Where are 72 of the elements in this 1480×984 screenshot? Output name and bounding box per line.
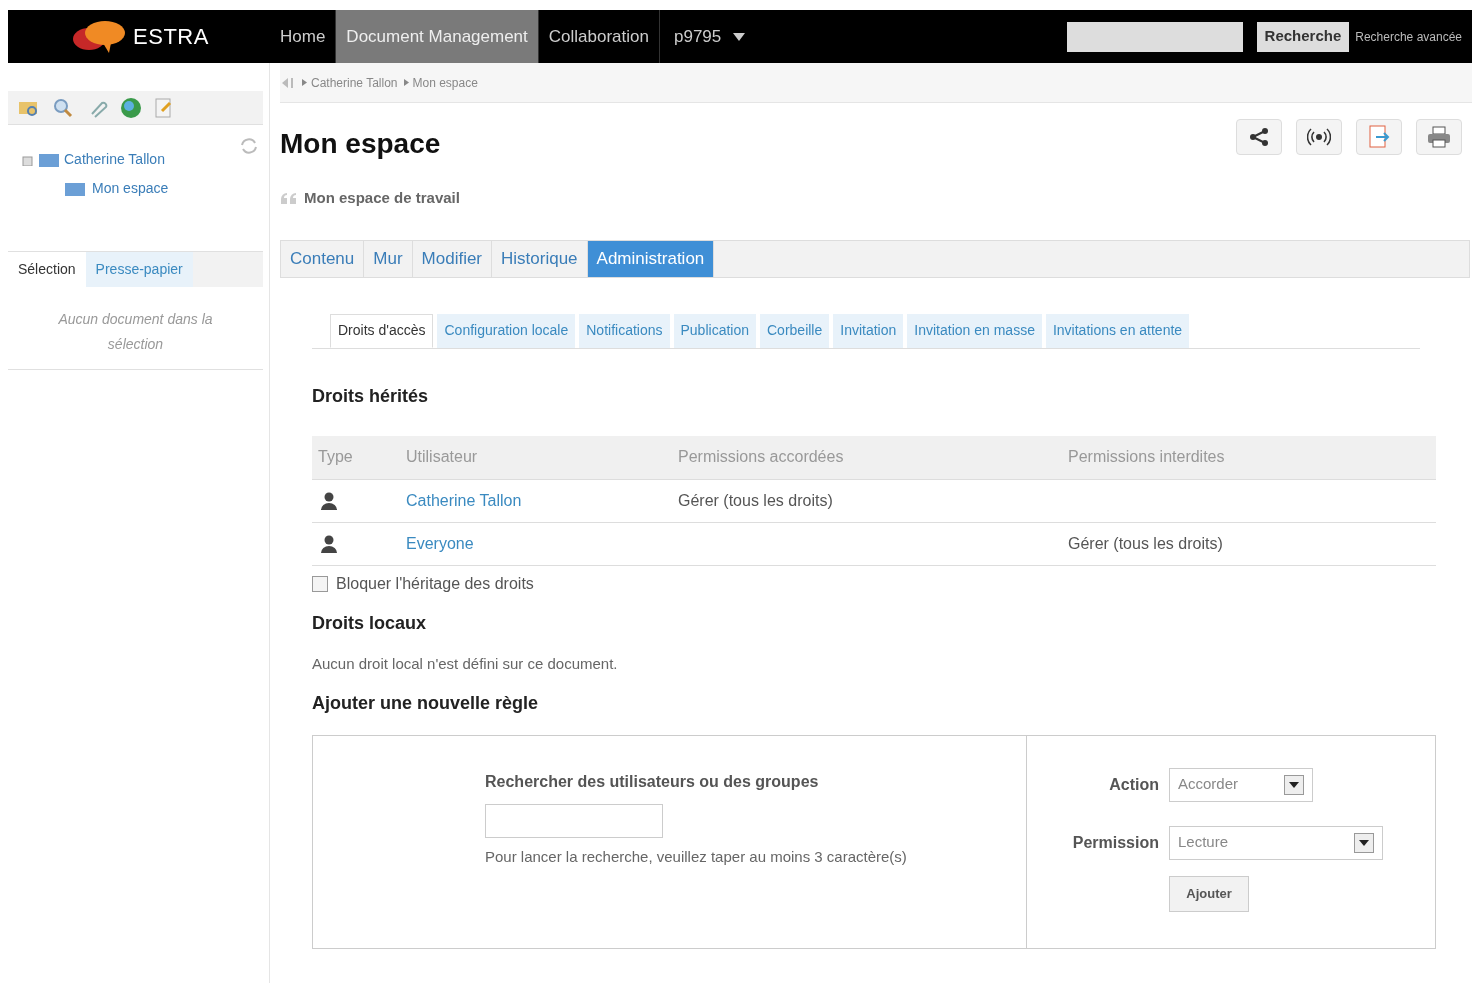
share-button[interactable] <box>1236 119 1282 155</box>
main-tab[interactable]: Modifier <box>412 240 493 277</box>
sub-tab[interactable]: Publication <box>673 313 756 348</box>
sidebar-tab[interactable]: Presse-papier <box>85 252 193 287</box>
checkbox[interactable] <box>312 576 328 592</box>
document-export-icon <box>1368 125 1390 149</box>
document-edit-icon[interactable] <box>154 96 174 119</box>
sub-tab[interactable]: Invitations en attente <box>1045 313 1190 348</box>
globe-icon[interactable] <box>120 96 142 119</box>
logo-text: ESTRA <box>132 23 210 51</box>
sidebar-tab[interactable]: Sélection <box>8 252 86 287</box>
user-icon <box>320 492 338 510</box>
search-icon[interactable] <box>52 97 74 118</box>
back-icon[interactable] <box>282 77 296 88</box>
info-message: Aucun droit local n'est défini sur ce document. <box>312 654 619 674</box>
workspace-menu[interactable]: p9795 <box>660 10 760 63</box>
section-heading: Ajouter une nouvelle règle <box>312 691 540 715</box>
folder-icon <box>38 151 60 168</box>
user-link[interactable]: Everyone <box>406 535 474 552</box>
user-link[interactable]: Catherine Tallon <box>406 492 522 509</box>
sub-tab[interactable]: Corbeille <box>760 313 830 348</box>
tree-item[interactable]: Catherine Tallon <box>64 149 165 170</box>
refresh-icon[interactable] <box>239 137 259 155</box>
add-button[interactable]: Ajouter <box>1169 875 1249 912</box>
breadcrumb-link[interactable]: Catherine Tallon <box>311 73 398 92</box>
search-field[interactable] <box>1066 21 1243 52</box>
table-cell: Gérer (tous les droits) <box>1062 522 1436 566</box>
sub-tab[interactable]: Configuration locale <box>437 313 576 348</box>
main-tab[interactable]: Historique <box>492 240 588 277</box>
broadcast-icon <box>1307 127 1331 147</box>
print-icon <box>1427 126 1451 148</box>
breadcrumb-link[interactable]: Mon espace <box>412 73 478 92</box>
chevron-right-icon <box>403 79 409 86</box>
column-header: Utilisateur <box>400 435 672 480</box>
share-icon <box>1249 127 1269 147</box>
sub-tab[interactable]: Droits d'accès <box>330 313 434 348</box>
sub-tab[interactable]: Invitation en masse <box>907 313 1042 348</box>
print-button[interactable] <box>1416 119 1462 155</box>
main-tab[interactable]: Contenu <box>281 240 365 277</box>
caret-down-icon <box>733 32 746 41</box>
nav-tab[interactable]: Document Management <box>336 10 539 63</box>
section-heading: Droits hérités <box>312 384 430 408</box>
user-icon <box>320 535 338 553</box>
page-title: Mon espace <box>280 127 441 161</box>
table-cell: Gérer (tous les droits) <box>672 479 1062 523</box>
search-hint: Pour lancer la recherche, veuillez taper au moins 3 caractère(s) <box>485 846 908 867</box>
user-search-field[interactable] <box>485 803 663 838</box>
tree-item[interactable]: Mon espace <box>92 178 169 199</box>
field-label: Action <box>1108 774 1159 795</box>
section-heading: Droits locaux <box>312 612 428 635</box>
folder-icon <box>64 180 86 197</box>
empty-selection-message: Aucun document dans la sélection <box>8 287 263 370</box>
column-header: Permissions interdites <box>1062 435 1436 480</box>
sub-tab[interactable]: Invitation <box>833 313 904 348</box>
column-header: Permissions accordées <box>672 435 1062 480</box>
document-export-button[interactable] <box>1356 119 1402 155</box>
dropdown[interactable]: Accorder <box>1169 767 1313 802</box>
dropdown[interactable]: Lecture <box>1169 825 1383 860</box>
field-label: Permission <box>1071 832 1159 853</box>
field-label: Rechercher des utilisateurs ou des groupes <box>485 771 820 792</box>
page-description: Mon espace de travail <box>304 188 460 208</box>
main-tab[interactable]: Mur <box>364 240 413 277</box>
column-header: Type <box>312 435 400 480</box>
search-button[interactable]: Recherche <box>1256 21 1350 52</box>
advanced-search-link[interactable]: Recherche avancée <box>1355 27 1472 46</box>
sub-tab[interactable]: Notifications <box>579 313 670 348</box>
quote-icon <box>280 192 298 205</box>
chevron-right-icon <box>302 79 307 86</box>
checkbox-label: Bloquer l'héritage des droits <box>336 574 534 594</box>
main-tab[interactable]: Administration <box>587 240 715 277</box>
collapse-icon[interactable] <box>22 153 34 166</box>
broadcast-button[interactable] <box>1296 119 1342 155</box>
